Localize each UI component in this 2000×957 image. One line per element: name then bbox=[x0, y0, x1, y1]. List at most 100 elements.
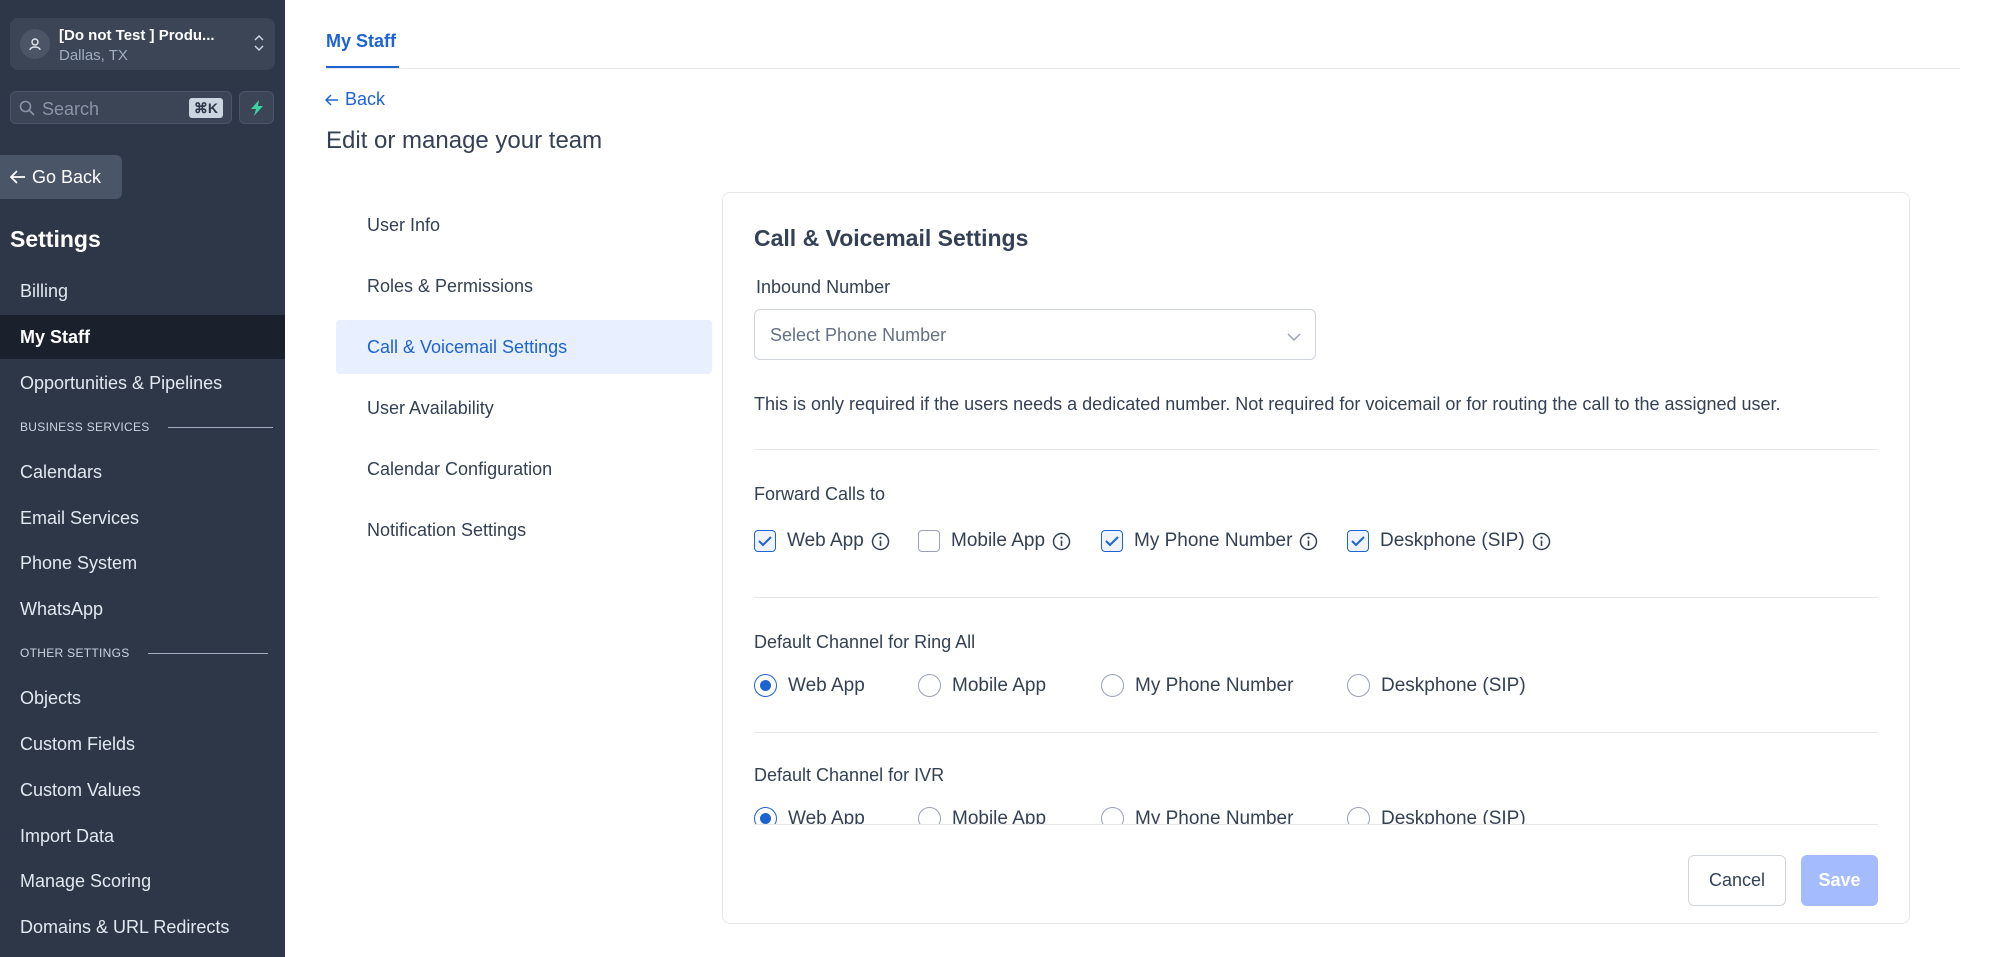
subnav-roles-permissions[interactable]: Roles & Permissions bbox=[336, 259, 712, 313]
subnav-calendar-configuration[interactable]: Calendar Configuration bbox=[336, 442, 712, 496]
search-input[interactable]: Search ⌘K bbox=[10, 91, 232, 124]
option-label: My Phone Number bbox=[1134, 530, 1293, 551]
option-label: Web App bbox=[788, 674, 865, 696]
checkbox-checked[interactable] bbox=[1101, 530, 1123, 552]
select-placeholder: Select Phone Number bbox=[770, 325, 947, 345]
radio-unselected[interactable] bbox=[1347, 807, 1370, 824]
option-label: Web App bbox=[787, 530, 864, 551]
sidebar-item-domains[interactable]: Domains & URL Redirects bbox=[0, 905, 285, 949]
option-label: Deskphone (SIP) bbox=[1381, 807, 1526, 825]
sidebar-item-email-services[interactable]: Email Services bbox=[0, 496, 285, 540]
sidebar-item-whatsapp[interactable]: WhatsApp bbox=[0, 587, 285, 631]
ivr-my-phone-number[interactable]: My Phone Number bbox=[1101, 807, 1293, 824]
sidebar-item-calendars[interactable]: Calendars bbox=[0, 450, 285, 494]
option-label: Web App bbox=[788, 807, 865, 825]
radio-selected[interactable] bbox=[754, 807, 777, 824]
ring-all-web-app[interactable]: Web App bbox=[754, 674, 865, 697]
tab-my-staff[interactable]: My Staff bbox=[326, 31, 396, 52]
chevron-down-icon bbox=[1287, 329, 1301, 347]
sidebar-item-my-staff[interactable]: My Staff bbox=[0, 315, 285, 359]
sidebar-item-custom-fields[interactable]: Custom Fields bbox=[0, 722, 285, 766]
location-switcher[interactable]: [Do not Test ] Produ... Dallas, TX bbox=[10, 18, 275, 70]
go-back-label: Go Back bbox=[32, 166, 102, 187]
ring-all-my-phone-number[interactable]: My Phone Number bbox=[1101, 674, 1293, 697]
subnav-notification-settings[interactable]: Notification Settings bbox=[336, 503, 712, 557]
ivr-label: Default Channel for IVR bbox=[754, 765, 945, 785]
option-label: Deskphone (SIP) bbox=[1381, 674, 1526, 696]
quick-actions-button[interactable] bbox=[239, 91, 274, 124]
info-icon[interactable] bbox=[871, 532, 890, 551]
ring-all-mobile-app[interactable]: Mobile App bbox=[918, 674, 1046, 697]
back-link-label: Back bbox=[345, 89, 386, 109]
radio-unselected[interactable] bbox=[1347, 674, 1370, 697]
cancel-button[interactable]: Cancel bbox=[1688, 855, 1786, 906]
ivr-deskphone-sip[interactable]: Deskphone (SIP) bbox=[1347, 807, 1526, 824]
option-label: My Phone Number bbox=[1135, 807, 1294, 825]
radio-unselected[interactable] bbox=[918, 674, 941, 697]
save-button[interactable]: Save bbox=[1801, 855, 1878, 906]
subnav-call-voicemail[interactable]: Call & Voicemail Settings bbox=[336, 320, 712, 374]
ivr-mobile-app[interactable]: Mobile App bbox=[918, 807, 1046, 824]
sidebar-section-other: OTHER SETTINGS bbox=[20, 646, 268, 660]
footer-divider bbox=[754, 824, 1878, 825]
settings-title: Settings bbox=[10, 226, 101, 252]
sidebar-item-opportunities[interactable]: Opportunities & Pipelines bbox=[0, 361, 285, 405]
info-icon[interactable] bbox=[1299, 532, 1318, 551]
inbound-number-label: Inbound Number bbox=[756, 277, 891, 297]
call-voicemail-card: Call & Voicemail Settings Inbound Number… bbox=[722, 192, 1910, 924]
back-link[interactable]: Back bbox=[325, 89, 385, 110]
checkbox-checked[interactable] bbox=[1347, 530, 1369, 552]
checkbox-checked[interactable] bbox=[754, 530, 776, 552]
arrow-left-icon bbox=[325, 93, 338, 106]
forward-my-phone-number[interactable]: My Phone Number bbox=[1101, 530, 1318, 552]
forward-web-app[interactable]: Web App bbox=[754, 530, 890, 552]
checkbox-unchecked[interactable] bbox=[918, 530, 940, 552]
search-shortcut: ⌘K bbox=[188, 98, 223, 118]
location-name: [Do not Test ] Produ... bbox=[59, 27, 215, 44]
radio-unselected[interactable] bbox=[1101, 674, 1124, 697]
section-label: OTHER SETTINGS bbox=[20, 646, 130, 660]
info-icon[interactable] bbox=[1052, 532, 1071, 551]
subnav-user-availability[interactable]: User Availability bbox=[336, 381, 712, 435]
section-divider bbox=[167, 426, 273, 428]
location-city: Dallas, TX bbox=[59, 47, 128, 64]
check-icon bbox=[1105, 535, 1119, 546]
search-placeholder: Search bbox=[42, 99, 100, 119]
check-icon bbox=[1351, 535, 1365, 546]
info-icon[interactable] bbox=[1532, 532, 1551, 551]
sidebar-item-import-data[interactable]: Import Data bbox=[0, 814, 285, 858]
section-divider bbox=[754, 449, 1878, 450]
ivr-web-app[interactable]: Web App bbox=[754, 807, 865, 824]
ring-all-deskphone-sip[interactable]: Deskphone (SIP) bbox=[1347, 674, 1526, 697]
subnav-user-info[interactable]: User Info bbox=[336, 198, 712, 252]
card-title: Call & Voicemail Settings bbox=[754, 225, 1029, 251]
section-divider bbox=[147, 652, 268, 654]
go-back-button[interactable]: Go Back bbox=[0, 155, 122, 199]
arrow-left-icon bbox=[10, 170, 25, 184]
check-icon bbox=[758, 535, 772, 546]
inbound-number-select[interactable]: Select Phone Number bbox=[754, 309, 1316, 360]
option-label: Deskphone (SIP) bbox=[1380, 530, 1525, 551]
search-icon bbox=[19, 100, 35, 121]
section-divider bbox=[754, 732, 1878, 733]
sidebar-item-billing[interactable]: Billing bbox=[0, 269, 285, 313]
section-divider bbox=[754, 597, 1878, 598]
option-label: Mobile App bbox=[951, 530, 1046, 551]
forward-deskphone-sip[interactable]: Deskphone (SIP) bbox=[1347, 530, 1551, 552]
card-scroll-area[interactable]: Call & Voicemail Settings Inbound Number… bbox=[723, 193, 1909, 824]
chevron-updown-icon bbox=[253, 31, 265, 60]
forward-mobile-app[interactable]: Mobile App bbox=[918, 530, 1071, 552]
radio-unselected[interactable] bbox=[1101, 807, 1124, 824]
inbound-number-helper: This is only required if the users needs… bbox=[754, 394, 1781, 414]
tab-divider bbox=[326, 68, 1960, 69]
option-label: Mobile App bbox=[952, 807, 1047, 825]
sidebar-item-manage-scoring[interactable]: Manage Scoring bbox=[0, 859, 285, 903]
forward-calls-label: Forward Calls to bbox=[754, 484, 886, 504]
bolt-icon bbox=[250, 99, 263, 116]
sidebar-item-phone-system[interactable]: Phone System bbox=[0, 541, 285, 585]
radio-selected[interactable] bbox=[754, 674, 777, 697]
sidebar-item-objects[interactable]: Objects bbox=[0, 676, 285, 720]
sidebar-item-custom-values[interactable]: Custom Values bbox=[0, 768, 285, 812]
radio-unselected[interactable] bbox=[918, 807, 941, 824]
sidebar-section-business: BUSINESS SERVICES bbox=[20, 420, 273, 434]
